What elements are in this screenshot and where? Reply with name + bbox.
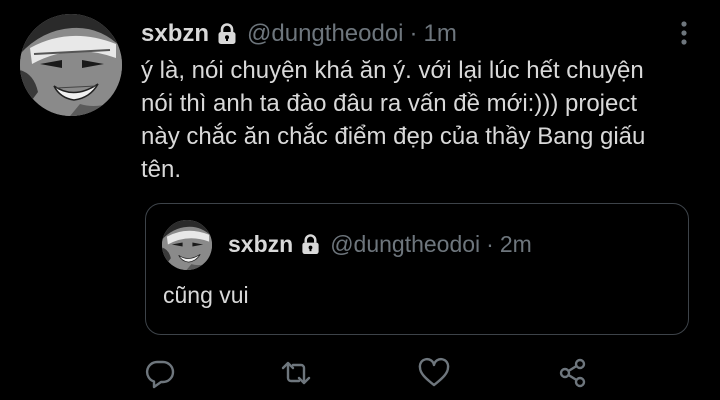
separator-dot: · <box>409 20 418 47</box>
share-icon[interactable] <box>556 356 590 390</box>
more-vertical-icon[interactable] <box>672 18 696 48</box>
lock-icon <box>216 23 238 45</box>
quoted-text: cũng vui <box>163 282 249 308</box>
tweet[interactable]: sxbzn @dungtheodoi · 1m ý là, nói chuyện… <box>0 0 720 400</box>
tweet-header: sxbzn @dungtheodoi · 1m <box>141 18 457 50</box>
display-name[interactable]: sxbzn <box>141 20 209 48</box>
quoted-timestamp[interactable]: 2m <box>500 231 532 258</box>
quoted-avatar-image <box>162 220 212 270</box>
action-bar <box>141 356 621 390</box>
avatar[interactable] <box>20 14 122 116</box>
reply-icon[interactable] <box>143 356 177 390</box>
quoted-handle[interactable]: @dungtheodoi <box>330 231 480 258</box>
quoted-header: sxbzn @dungtheodoi · 2m <box>228 231 532 258</box>
separator-dot: · <box>486 231 494 257</box>
quoted-avatar[interactable] <box>162 220 212 270</box>
retweet-icon[interactable] <box>279 356 313 390</box>
heart-icon[interactable] <box>417 356 451 390</box>
avatar-image <box>20 14 122 116</box>
tweet-text: ý là, nói chuyện khá ăn ý. với lại lúc h… <box>141 57 646 183</box>
handle[interactable]: @dungtheodoi <box>247 20 404 48</box>
lock-icon <box>300 234 321 255</box>
timestamp[interactable]: 1m <box>424 20 457 48</box>
quoted-tweet[interactable]: sxbzn @dungtheodoi · 2m cũng vui <box>145 203 689 335</box>
quoted-display-name[interactable]: sxbzn <box>228 231 293 258</box>
